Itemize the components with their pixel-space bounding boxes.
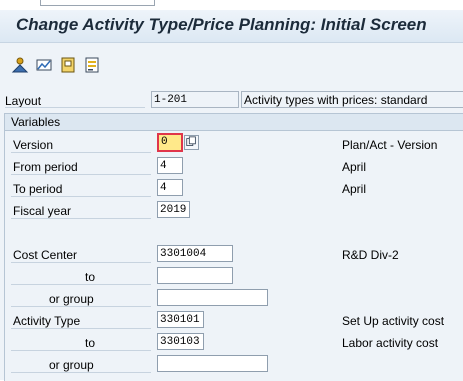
activity-type-underline [11,328,151,329]
fiscal-year-underline [11,218,151,219]
activity-type-to-underline [11,350,151,351]
activity-type-description: Set Up activity cost [342,314,445,328]
version-underline [11,152,151,153]
cost-center-group-label: or group [49,292,94,306]
activity-type-label: Activity Type [13,314,81,328]
variables-header: Variables [5,114,463,131]
from-period-description: April [342,160,367,174]
to-period-label: To period [13,182,63,196]
from-period-field[interactable]: 4 [157,157,183,174]
activity-type-group-field[interactable] [157,355,268,372]
cost-center-underline [11,262,151,263]
activity-type-to-description: Labor activity cost [342,336,439,350]
cost-center-to-field[interactable] [157,267,233,284]
fiscal-year-field[interactable]: 2019 [157,201,190,218]
cost-center-group-field[interactable] [157,289,268,306]
title-bar: Change Activity Type/Price Planning: Ini… [0,10,463,43]
from-period-underline [11,174,151,175]
to-period-field[interactable]: 4 [157,179,183,196]
list-icon[interactable] [83,56,101,74]
planner-profile-icon[interactable] [35,56,53,74]
layout-description: Activity types with prices: standard [241,91,463,108]
version-label: Version [13,138,54,152]
page-title: Change Activity Type/Price Planning: Ini… [16,15,427,34]
command-field[interactable] [40,0,155,6]
layout-field[interactable]: 1-201 [151,91,239,108]
version-field[interactable]: 0 [157,133,183,152]
layout-underline [5,107,145,108]
activity-type-field[interactable]: 330101 [157,311,204,328]
to-period-underline [11,196,151,197]
application-toolbar [0,43,463,85]
activity-type-to-label: to [85,336,96,350]
from-period-label: From period [13,160,78,174]
cost-center-field[interactable]: 3301004 [157,245,233,262]
activity-type-group-underline [11,372,151,373]
layout-label: Layout [5,94,42,108]
variables-title: Variables [11,115,61,129]
fiscal-year-label: Fiscal year [13,204,72,218]
cost-center-group-underline [11,306,151,307]
activity-type-group-label: or group [49,358,94,372]
overview-icon[interactable] [11,56,29,74]
version-description: Plan/Act - Version [342,138,438,152]
cost-center-to-underline [11,284,151,285]
to-period-description: April [342,182,367,196]
cost-center-label: Cost Center [13,248,78,262]
cost-center-to-label: to [85,270,96,284]
save-icon[interactable] [59,56,77,74]
activity-type-to-field[interactable]: 330103 [157,333,204,350]
cost-center-description: R&D Div-2 [342,248,399,262]
value-help-button[interactable] [184,135,199,150]
